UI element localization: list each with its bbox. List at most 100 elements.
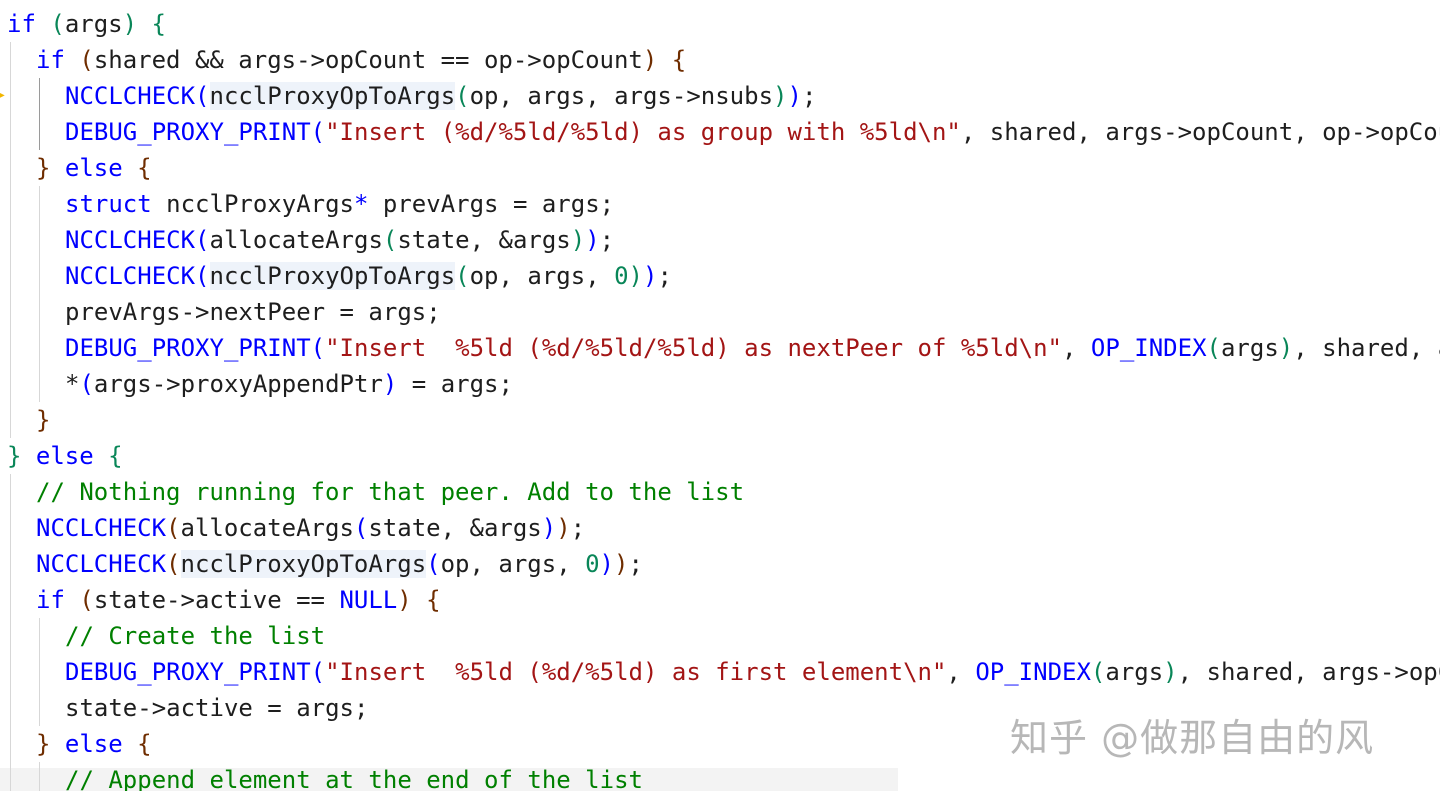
code-token: (: [195, 262, 210, 290]
code-token: ;: [801, 82, 817, 110]
code-line[interactable]: NCCLCHECK(allocateArgs(state, &args));: [0, 222, 1440, 258]
code-token: ): [1163, 658, 1178, 686]
code-line[interactable]: NCCLCHECK(ncclProxyOpToArgs(op, args, 0)…: [0, 258, 1440, 294]
code-token: ): [628, 262, 643, 290]
code-line[interactable]: DEBUG_PROXY_PRINT("Insert (%d/%5ld/%5ld)…: [0, 114, 1440, 150]
indent-guide: [39, 690, 40, 726]
code-text: } else {: [7, 438, 123, 474]
code-text: NCCLCHECK(ncclProxyOpToArgs(op, args, ar…: [65, 78, 816, 114]
code-token: ): [541, 514, 557, 542]
code-token: op, args,: [440, 550, 586, 578]
code-editor[interactable]: ▶ if (args) {if (shared && args->opCount…: [0, 0, 1440, 791]
code-text: *(args->proxyAppendPtr) = args;: [65, 366, 513, 402]
indent-guide: [39, 186, 40, 222]
code-token: {: [426, 586, 441, 614]
code-text: prevArgs->nextPeer = args;: [65, 294, 441, 330]
indent-guide: [10, 330, 11, 366]
indent-guide: [39, 330, 40, 366]
indent-guide: [10, 222, 11, 258]
code-token: ncclProxyOpToArgs: [209, 262, 456, 290]
code-token: ncclProxyOpToArgs: [209, 82, 456, 110]
code-token: (: [1090, 658, 1106, 686]
code-text: // Create the list: [65, 618, 325, 654]
indent-guide: [10, 186, 11, 222]
code-token: allocateArgs: [209, 226, 383, 254]
code-text: } else {: [36, 150, 152, 186]
code-token: state->active ==: [93, 586, 340, 614]
code-token: DEBUG_PROXY_PRINT: [65, 334, 311, 362]
code-text: }: [36, 402, 50, 438]
code-text: if (args) {: [7, 6, 166, 42]
code-line[interactable]: NCCLCHECK(allocateArgs(state, &args));: [0, 510, 1440, 546]
code-token: , shared, args->opCount);: [1177, 658, 1440, 686]
code-line[interactable]: DEBUG_PROXY_PRINT("Insert %5ld (%d/%5ld)…: [0, 654, 1440, 690]
code-line[interactable]: }: [0, 402, 1440, 438]
indent-guide: [39, 618, 40, 654]
code-token: (: [310, 334, 326, 362]
code-line[interactable]: struct ncclProxyArgs* prevArgs = args;: [0, 186, 1440, 222]
code-text: // Nothing running for that peer. Add to…: [36, 474, 744, 510]
code-line[interactable]: prevArgs->nextPeer = args;: [0, 294, 1440, 330]
code-line[interactable]: NCCLCHECK(ncclProxyOpToArgs(op, args, ar…: [0, 78, 1440, 114]
code-line[interactable]: } else {: [0, 150, 1440, 186]
indent-guide: [10, 474, 11, 510]
code-token: state->active = args;: [65, 694, 369, 722]
code-text: if (state->active == NULL) {: [36, 582, 441, 618]
code-token: // Append element at the end of the list: [65, 766, 643, 791]
code-token: ,: [946, 658, 976, 686]
code-token: {: [137, 730, 152, 758]
code-line[interactable]: if (args) {: [0, 6, 1440, 42]
code-token: DEBUG_PROXY_PRINT: [65, 658, 311, 686]
code-token: (: [455, 262, 470, 290]
code-line[interactable]: // Nothing running for that peer. Add to…: [0, 474, 1440, 510]
code-token: ;: [657, 262, 672, 290]
code-token: {: [671, 46, 687, 74]
indent-guide: [39, 258, 40, 294]
code-token: (: [166, 550, 181, 578]
code-line[interactable]: *(args->proxyAppendPtr) = args;: [0, 366, 1440, 402]
code-token: (: [79, 586, 94, 614]
code-token: args: [1105, 658, 1164, 686]
code-token: ;: [599, 226, 615, 254]
code-text: NCCLCHECK(allocateArgs(state, &args));: [36, 510, 585, 546]
code-line[interactable]: if (shared && args->opCount == op->opCou…: [0, 42, 1440, 78]
code-token: NCCLCHECK: [65, 226, 196, 254]
code-token: (: [79, 46, 94, 74]
indent-guide: [10, 726, 11, 762]
indent-guide: [10, 654, 11, 690]
code-token: (: [1206, 334, 1221, 362]
code-token: }: [36, 406, 51, 434]
code-token: DEBUG_PROXY_PRINT: [65, 118, 311, 146]
code-token: (: [353, 514, 369, 542]
code-line[interactable]: // Append element at the end of the list: [0, 762, 1440, 791]
code-token: if: [36, 46, 65, 74]
code-token: (: [79, 370, 94, 398]
code-token: // Create the list: [65, 622, 326, 650]
code-token: ): [643, 262, 658, 290]
indent-guide: [10, 510, 11, 546]
code-token: }: [7, 442, 22, 470]
code-token: op, args,: [469, 262, 615, 290]
code-token: ): [773, 82, 788, 110]
code-token: shared && args->opCount == op->opCount: [93, 46, 643, 74]
code-token: ): [122, 10, 138, 38]
code-line[interactable]: } else {: [0, 438, 1440, 474]
code-token: NCCLCHECK: [65, 262, 196, 290]
code-token: ): [599, 550, 614, 578]
indent-guide: [39, 114, 40, 150]
code-token: "Insert %5ld (%d/%5ld/%5ld) as nextPeer …: [325, 334, 1063, 362]
indent-guide: [10, 114, 11, 150]
code-line[interactable]: if (state->active == NULL) {: [0, 582, 1440, 618]
code-line[interactable]: DEBUG_PROXY_PRINT("Insert %5ld (%d/%5ld/…: [0, 330, 1440, 366]
code-line[interactable]: NCCLCHECK(ncclProxyOpToArgs(op, args, 0)…: [0, 546, 1440, 582]
indent-guide: [10, 582, 11, 618]
code-line[interactable]: // Create the list: [0, 618, 1440, 654]
code-text: DEBUG_PROXY_PRINT("Insert %5ld (%d/%5ld/…: [65, 330, 1440, 366]
code-token: *: [354, 190, 369, 218]
code-text: NCCLCHECK(ncclProxyOpToArgs(op, args, 0)…: [36, 546, 643, 582]
